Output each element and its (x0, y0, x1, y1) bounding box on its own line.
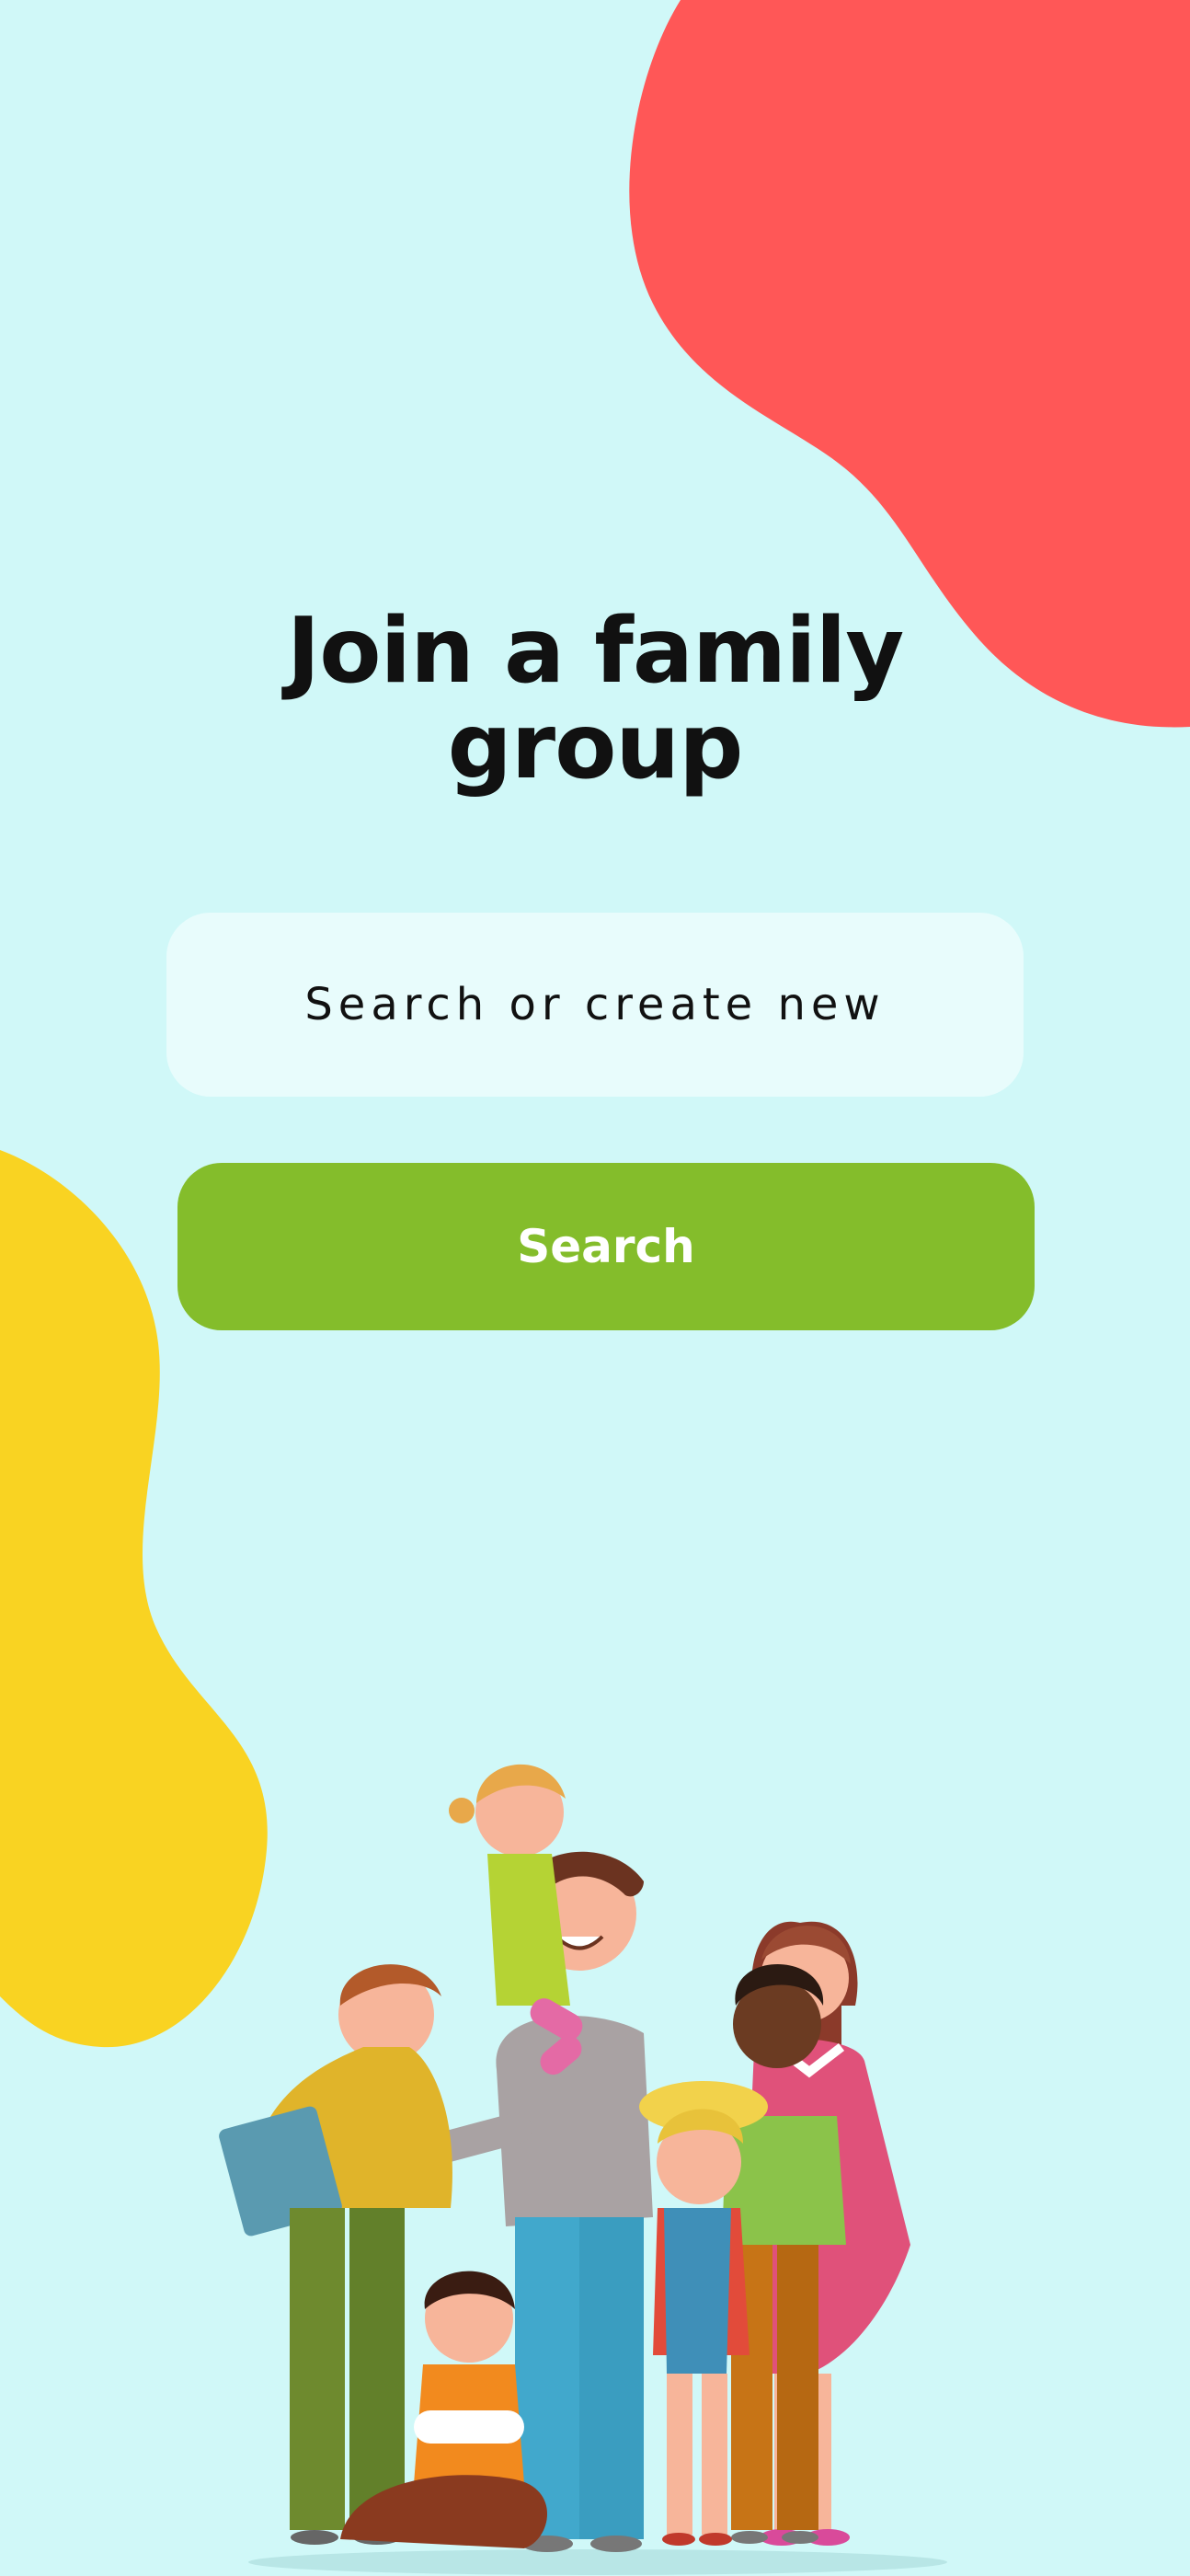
title-line-2: group (447, 694, 744, 799)
title-line-1: Join a family (286, 598, 904, 704)
search-field-container[interactable] (166, 912, 1024, 1098)
search-input[interactable] (166, 912, 1024, 1098)
page-title: Join a family group (0, 604, 1190, 795)
family-group-illustration (219, 1764, 947, 2575)
search-button[interactable]: Search (177, 1163, 1035, 1330)
